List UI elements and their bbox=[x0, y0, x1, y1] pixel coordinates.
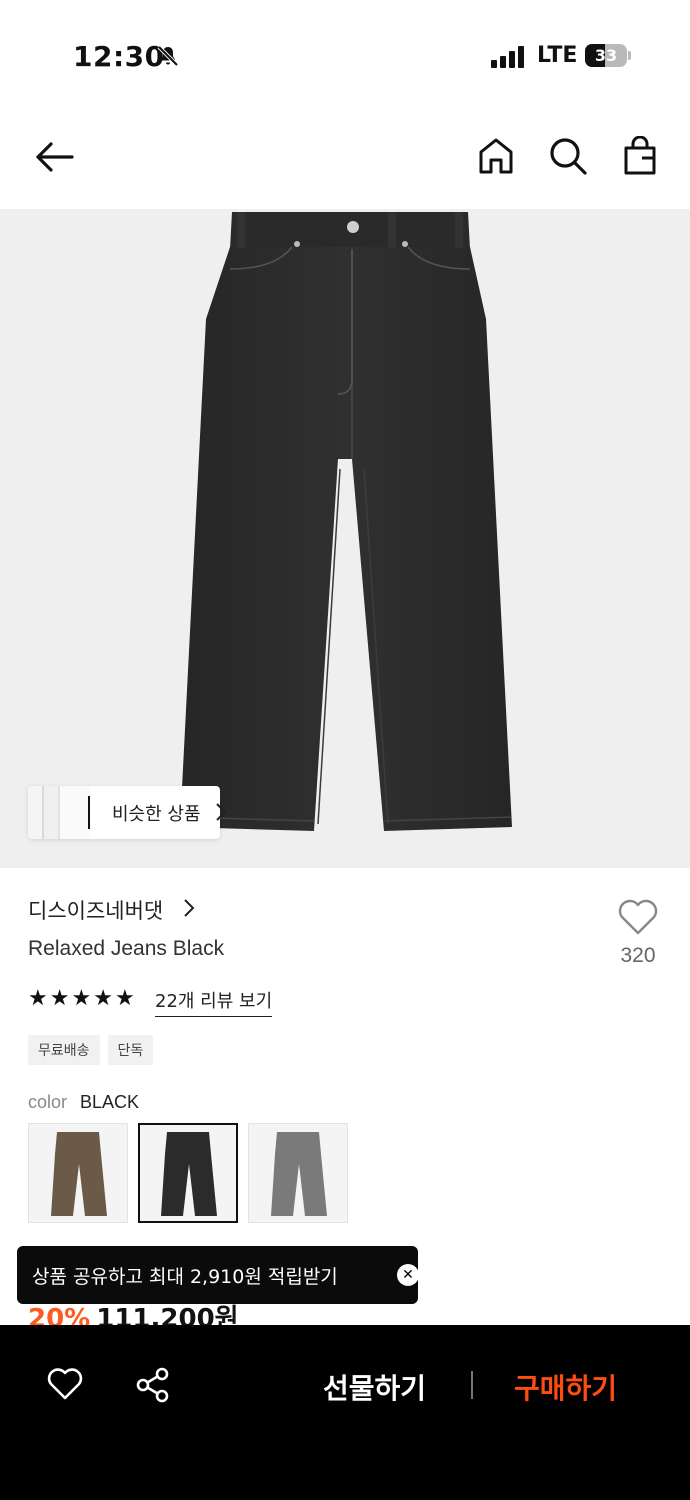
product-name: Relaxed Jeans Black bbox=[28, 937, 225, 960]
color-swatches bbox=[28, 1123, 348, 1223]
rating-stars: ★ ★ ★ ★ ★ bbox=[28, 987, 135, 1011]
similar-products-thumbnail bbox=[28, 786, 90, 839]
badge-free-shipping: 무료배송 bbox=[28, 1035, 100, 1065]
color-option-brown[interactable] bbox=[28, 1123, 128, 1223]
review-link[interactable]: 22개 리뷰 보기 bbox=[155, 987, 273, 1017]
share-reward-toast[interactable]: 상품 공유하고 최대 2,910원 적립받기 ✕ bbox=[17, 1246, 419, 1304]
like-count: 320 bbox=[620, 944, 656, 967]
similar-products-button[interactable]: 비슷한 상품 bbox=[28, 786, 227, 839]
star-icon: ★ bbox=[49, 986, 70, 1011]
chevron-right-icon[interactable] bbox=[183, 898, 195, 918]
home-icon[interactable] bbox=[477, 136, 515, 176]
star-icon: ★ bbox=[28, 986, 48, 1011]
cellular-signal-icon bbox=[491, 46, 525, 68]
color-row: color BLACK bbox=[28, 1092, 139, 1113]
like-button[interactable]: 320 bbox=[612, 898, 664, 968]
top-nav bbox=[0, 118, 690, 198]
status-bar: 12:30 LTE 33 bbox=[0, 0, 690, 110]
back-arrow-icon[interactable] bbox=[34, 136, 76, 178]
jeans-illustration bbox=[180, 212, 512, 831]
shopping-bag-icon[interactable] bbox=[620, 136, 660, 176]
bottom-action-bar: 선물하기 구매하기 bbox=[0, 1325, 690, 1500]
similar-products-label: 비슷한 상품 bbox=[112, 804, 201, 825]
brand-link[interactable]: 디스이즈네버댓 bbox=[28, 895, 163, 925]
color-value: BLACK bbox=[80, 1092, 140, 1112]
status-time: 12:30 bbox=[73, 40, 165, 73]
star-icon: ★ bbox=[93, 986, 113, 1011]
chevron-right-icon bbox=[216, 803, 227, 821]
badge-list: 무료배송 단독 bbox=[28, 1035, 154, 1065]
star-icon: ★ bbox=[71, 986, 92, 1011]
bell-muted-icon bbox=[157, 45, 179, 67]
heart-icon[interactable] bbox=[47, 1367, 83, 1401]
share-icon[interactable] bbox=[135, 1367, 171, 1403]
divider bbox=[88, 796, 90, 829]
toast-text: 상품 공유하고 최대 2,910원 적립받기 bbox=[32, 1266, 338, 1288]
network-type: LTE bbox=[537, 43, 578, 68]
divider bbox=[471, 1371, 473, 1399]
battery-tip bbox=[628, 51, 631, 60]
badge-exclusive: 단독 bbox=[107, 1035, 154, 1065]
product-image[interactable] bbox=[0, 209, 690, 868]
battery-level: 33 bbox=[594, 46, 618, 65]
close-icon[interactable]: ✕ bbox=[397, 1264, 419, 1286]
color-option-grey[interactable] bbox=[248, 1123, 348, 1223]
color-label: color bbox=[28, 1092, 68, 1112]
color-option-black[interactable] bbox=[138, 1123, 238, 1223]
gift-button[interactable]: 선물하기 bbox=[323, 1367, 426, 1407]
star-icon: ★ bbox=[114, 986, 135, 1011]
search-icon[interactable] bbox=[548, 136, 588, 176]
heart-icon bbox=[618, 899, 658, 935]
buy-button[interactable]: 구매하기 bbox=[514, 1367, 617, 1407]
battery-icon: 33 bbox=[585, 44, 627, 67]
